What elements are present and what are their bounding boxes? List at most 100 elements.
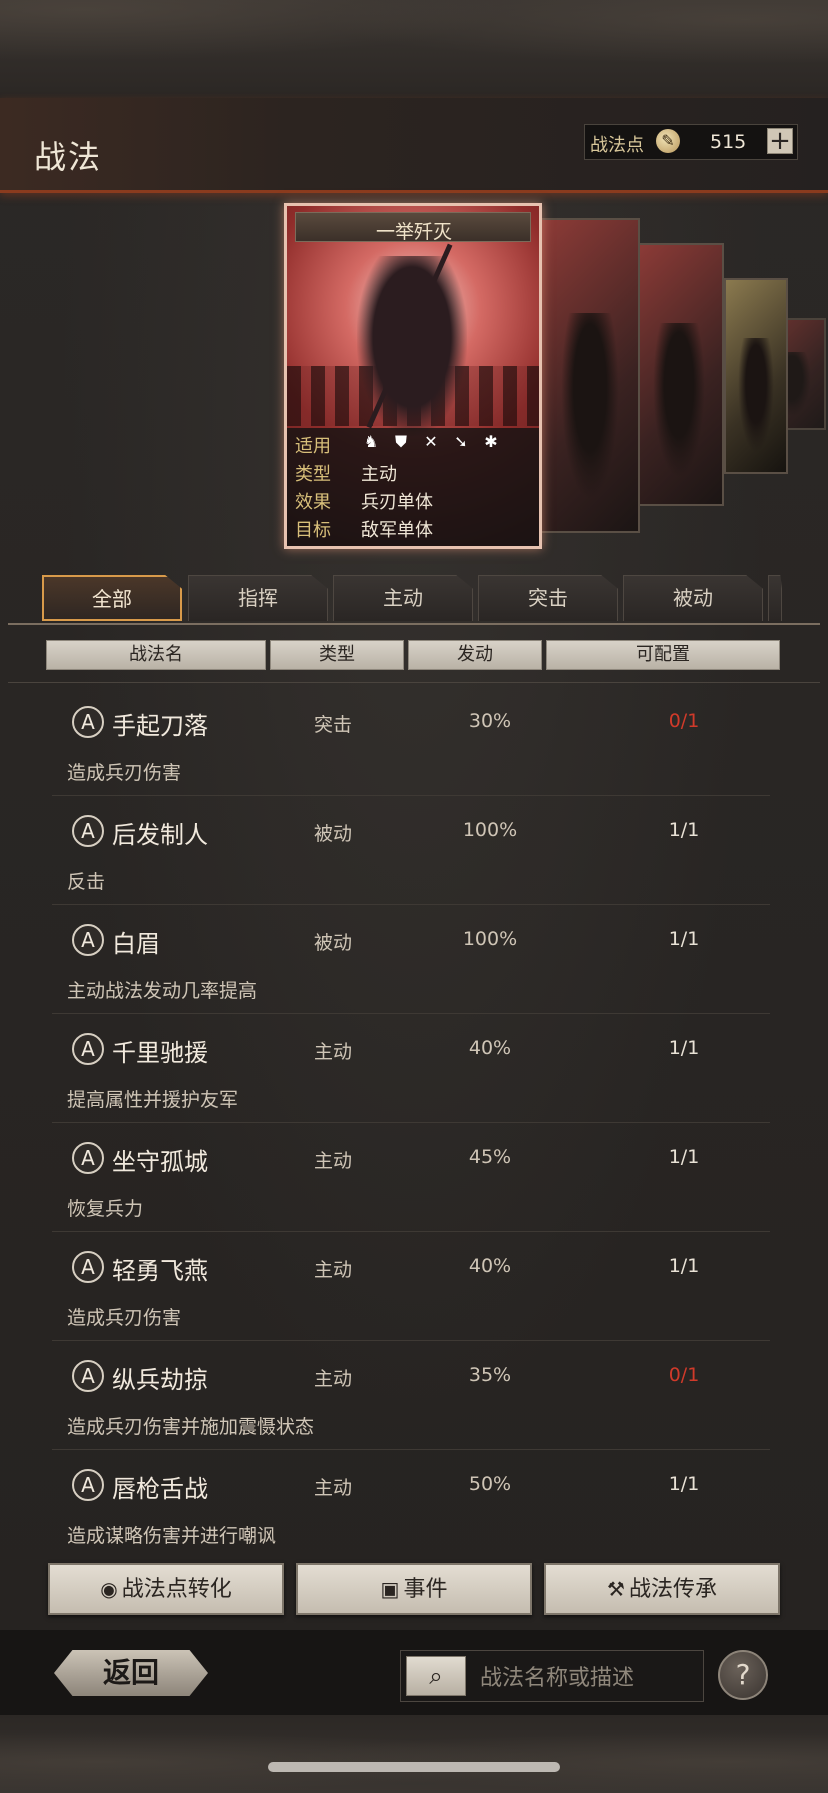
tactic-row[interactable]: A 纵兵劫掠 主动 35% 0/1 造成兵刃伤害并施加震慑状态 (52, 1342, 770, 1450)
tactic-description: 提高属性并援护友军 (67, 1089, 239, 1111)
tactic-card-back[interactable] (634, 243, 724, 506)
tactic-rate: 30% (468, 710, 512, 732)
tactic-name: 唇枪舌战 (112, 1475, 208, 1503)
grade-icon: A (72, 1251, 104, 1283)
inherit-tactic-button[interactable]: ⚒ 战法传承 (544, 1563, 780, 1615)
tactic-available: 1/1 (668, 1037, 700, 1059)
card-info-key: 适用 (295, 436, 331, 457)
unit-icons: ♞ ⛊ ✕ ➘ ✱ (361, 432, 501, 452)
grade-icon: A (72, 1033, 104, 1065)
cavalry-icon: ♞ (363, 432, 379, 451)
tab-all[interactable]: 全部 (42, 575, 182, 621)
flame-icon: ◉ (100, 1577, 118, 1601)
help-button[interactable]: ? (718, 1650, 768, 1700)
tactic-available: 1/1 (668, 928, 700, 950)
tactic-row[interactable]: A 手起刀落 突击 30% 0/1 造成兵刃伤害 (52, 688, 770, 796)
card-info-row: 类型 主动 (295, 460, 397, 486)
wheel-icon: ✱ (484, 432, 498, 451)
tactic-description: 造成兵刃伤害 (67, 1307, 182, 1329)
tactic-name: 坐守孤城 (112, 1148, 208, 1176)
tab-assault[interactable]: 突击 (478, 575, 618, 621)
tactic-row[interactable]: A 后发制人 被动 100% 1/1 反击 (52, 797, 770, 905)
row-divider (52, 1013, 770, 1014)
add-points-button[interactable]: + (767, 128, 793, 154)
tactic-rate: 100% (462, 928, 518, 950)
tab-active[interactable]: 主动 (333, 575, 473, 621)
tactic-rate: 40% (468, 1255, 512, 1277)
card-info-key: 类型 (295, 464, 331, 485)
column-header-name[interactable]: 战法名 (46, 640, 266, 670)
tab-command[interactable]: 指挥 (188, 575, 328, 621)
row-divider (52, 904, 770, 905)
tactic-name: 轻勇飞燕 (112, 1257, 208, 1285)
shield-icon: ⛊ (394, 432, 407, 451)
convert-points-button[interactable]: ◉ 战法点转化 (48, 1563, 284, 1615)
tactic-row[interactable]: A 坐守孤城 主动 45% 1/1 恢复兵力 (52, 1124, 770, 1232)
row-divider (52, 1340, 770, 1341)
page-title: 战法 (34, 138, 103, 176)
tactic-name: 千里驰援 (112, 1039, 208, 1067)
tactic-row[interactable]: A 千里驰援 主动 40% 1/1 提高属性并援护友军 (52, 1015, 770, 1123)
tactic-rate: 45% (468, 1146, 512, 1168)
grade-icon: A (72, 924, 104, 956)
card-info-key: 效果 (295, 492, 331, 513)
tabs-divider (8, 623, 820, 625)
tactic-name: 白眉 (112, 930, 160, 958)
events-button[interactable]: ▣ 事件 (296, 1563, 532, 1615)
row-divider (52, 1449, 770, 1450)
card-info-panel: 适用 ♞ ⛊ ✕ ➘ ✱ 类型 主动 效果 兵刃单体 目标 敌军单体 (287, 428, 539, 546)
grade-icon: A (72, 1142, 104, 1174)
tactic-available: 1/1 (668, 1146, 700, 1168)
tactic-description: 造成谋略伤害并进行嘲讽 (67, 1525, 277, 1547)
card-info-row: 适用 ♞ ⛊ ✕ ➘ ✱ (295, 432, 498, 458)
grade-icon: A (72, 1469, 104, 1501)
grade-icon: A (72, 815, 104, 847)
card-info-key: 目标 (295, 520, 331, 541)
scroll-icon: ▣ (380, 1577, 400, 1601)
tactic-description: 造成兵刃伤害 (67, 762, 182, 784)
row-divider (52, 1122, 770, 1123)
convert-points-label: 战法点转化 (121, 1577, 232, 1602)
tab-passive[interactable]: 被动 (623, 575, 763, 621)
grade-icon: A (72, 1360, 104, 1392)
tactic-available: 1/1 (668, 819, 700, 841)
tactic-row[interactable]: A 白眉 被动 100% 1/1 主动战法发动几率提高 (52, 906, 770, 1014)
tactic-card-back[interactable] (724, 278, 788, 474)
tactic-type: 主动 (314, 1477, 353, 1499)
bow-icon: ✕ (424, 432, 438, 451)
tactic-card-back[interactable] (540, 218, 640, 533)
tactic-name: 手起刀落 (112, 712, 208, 740)
tactic-rate: 40% (468, 1037, 512, 1059)
tactic-type: 主动 (314, 1041, 353, 1063)
spear-icon: ➘ (454, 432, 468, 451)
card-info-value: 主动 (361, 464, 397, 485)
card-info-value: 兵刃单体 (361, 492, 433, 513)
tactic-row[interactable]: A 轻勇飞燕 主动 40% 1/1 造成兵刃伤害 (52, 1233, 770, 1341)
search-icon[interactable]: ⌕ (406, 1656, 466, 1696)
column-header-available[interactable]: 可配置 (546, 640, 780, 670)
column-header-type[interactable]: 类型 (270, 640, 404, 670)
tactic-type: 被动 (314, 932, 353, 954)
bottom-decoration (0, 1715, 828, 1793)
back-button[interactable]: 返回 (54, 1650, 208, 1696)
tactic-type: 主动 (314, 1150, 353, 1172)
row-divider (52, 795, 770, 796)
header-divider (8, 682, 820, 683)
tactic-row[interactable]: A 唇枪舌战 主动 50% 1/1 造成谋略伤害并进行嘲讽 (52, 1451, 770, 1559)
tactic-rate: 50% (468, 1473, 512, 1495)
search-input[interactable] (478, 1660, 700, 1696)
card-info-value: 敌军单体 (361, 520, 433, 541)
tab-more[interactable] (768, 575, 782, 621)
tactic-available: 0/1 (668, 710, 700, 732)
selected-tactic-card[interactable]: 一举歼灭 适用 ♞ ⛊ ✕ ➘ ✱ 类型 主动 效果 兵刃单体 目标 敌军单体 (284, 203, 542, 549)
column-header-rate[interactable]: 发动 (408, 640, 542, 670)
tactic-points-value: 515 (710, 131, 747, 153)
tactic-available: 1/1 (668, 1473, 700, 1495)
tactic-points-icon: ✎ (656, 129, 680, 153)
home-indicator (268, 1762, 560, 1772)
top-decoration (0, 0, 828, 98)
card-info-row: 效果 兵刃单体 (295, 488, 433, 514)
tactic-description: 反击 (67, 871, 106, 893)
events-label: 事件 (403, 1577, 448, 1602)
card-info-row: 目标 敌军单体 (295, 516, 433, 542)
